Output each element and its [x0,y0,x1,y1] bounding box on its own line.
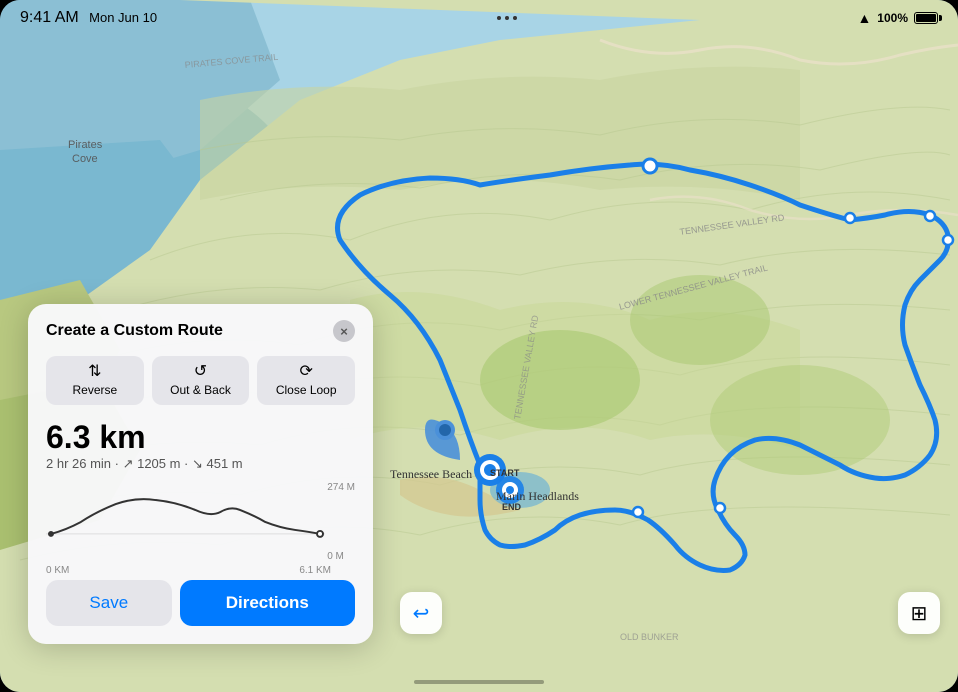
wifi-icon: ▲ [857,10,871,26]
undo-button[interactable]: ↩ [400,592,442,634]
out-back-button[interactable]: ↺ Out & Back [152,356,250,405]
card-title: Create a Custom Route [46,322,223,340]
reverse-icon: ⇅ [88,364,101,380]
chart-min-label: 0 M [327,551,355,562]
battery-fill [916,14,936,22]
stats-section: 6.3 km 2 hr 26 min · ↗ 1205 m · ↘ 451 m [46,421,355,472]
status-center-dots [497,16,517,20]
map-container[interactable]: LOWER TENNESSEE VALLEY TRAIL TENNESSEE V… [0,0,958,692]
svg-text:Marin Headlands: Marin Headlands [496,489,579,503]
svg-text:END: END [502,502,522,512]
layers-icon: ⊞ [911,601,928,626]
svg-text:Pirates: Pirates [68,139,103,151]
out-back-icon: ↺ [194,364,207,380]
time-display: 9:41 AM [20,9,79,26]
svg-text:Cove: Cove [72,153,98,165]
dot2 [505,16,509,20]
reverse-label: Reverse [72,383,117,397]
reverse-button[interactable]: ⇅ Reverse [46,356,144,405]
home-indicator [414,680,544,684]
battery-percent: 100% [877,11,908,25]
status-right: ▲ 100% [857,10,938,26]
dot1 [497,16,501,20]
map-layers-button[interactable]: ⊞ [898,592,940,634]
svg-text:START: START [490,468,520,478]
chart-y-labels: 274 M 0 M [327,482,355,562]
directions-button[interactable]: Directions [180,580,355,626]
card-header: Create a Custom Route × [46,320,355,342]
date-display: Mon Jun 10 [89,10,157,25]
chart-end-label: 6.1 KM [299,565,331,576]
svg-text:Tennessee Beach: Tennessee Beach [390,467,472,481]
undo-icon: ↩ [413,601,430,626]
elevation-chart-svg [46,482,325,547]
save-button[interactable]: Save [46,580,172,626]
status-time: 9:41 AM Mon Jun 10 [20,9,157,27]
close-loop-label: Close Loop [276,383,337,397]
close-loop-button[interactable]: ⟳ Close Loop [257,356,355,405]
dot3 [513,16,517,20]
close-loop-icon: ⟳ [299,364,312,380]
close-button[interactable]: × [333,320,355,342]
custom-route-card: Create a Custom Route × ⇅ Reverse ↺ Out … [28,304,373,644]
status-bar: 9:41 AM Mon Jun 10 ▲ 100% [0,0,958,36]
stats-detail: 2 hr 26 min · ↗ 1205 m · ↘ 451 m [46,456,355,472]
chart-start-label: 0 KM [46,565,69,576]
elevation-chart: 274 M 0 M 0 KM 6.1 KM [46,482,355,562]
svg-text:OLD BUNKER: OLD BUNKER [620,632,679,642]
battery-icon [914,12,938,24]
chart-max-label: 274 M [327,482,355,493]
out-back-label: Out & Back [170,383,231,397]
route-type-buttons: ⇅ Reverse ↺ Out & Back ⟳ Close Loop [46,356,355,405]
distance-value: 6.3 km [46,421,355,453]
bottom-buttons: Save Directions [46,580,355,626]
chart-x-labels: 0 KM 6.1 KM [46,565,331,576]
